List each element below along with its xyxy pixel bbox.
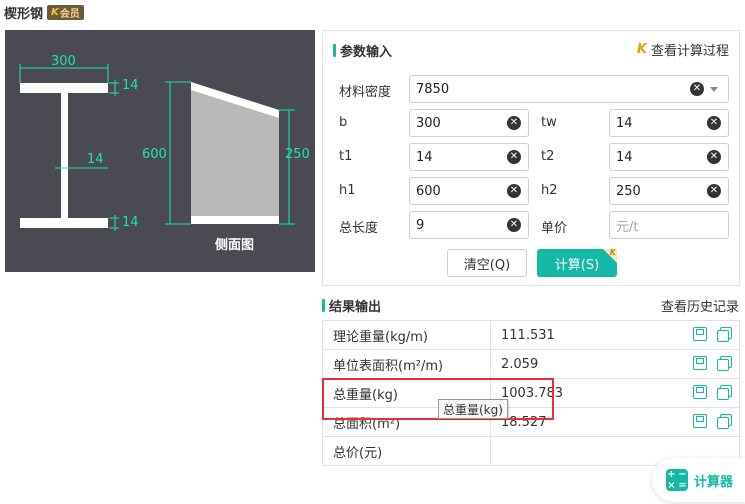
web-shape [61,93,68,218]
save-icon[interactable] [693,414,707,428]
clear-icon[interactable]: ✕ [707,116,721,130]
clear-icon[interactable]: ✕ [507,218,521,232]
b-label: b [339,115,348,130]
h2-input[interactable]: 250 ✕ [609,177,729,205]
vip-k-icon: K [609,249,616,257]
copy-icon[interactable] [717,414,732,429]
clear-icon[interactable]: ✕ [507,116,521,130]
calculate-button[interactable]: 计算(S) K [537,249,617,277]
table-row: 单位表面积(m²/m) 2.059 [322,349,740,379]
page-title: 楔形钢 [4,6,44,22]
b-input[interactable]: 300 ✕ [409,109,529,137]
clear-icon[interactable]: ✕ [707,184,721,198]
dim-top-width: 300 [51,54,76,69]
copy-icon[interactable] [717,356,732,371]
dim-bottom-flange: 14 [122,215,139,230]
tw-label: tw [541,115,557,130]
dim-web: 14 [87,152,104,167]
view-history-link[interactable]: 查看历史记录 [661,296,739,315]
result-name: 总价(元) [322,436,491,466]
vip-badge: K 会员 [47,4,84,20]
calculator-icon: + − × = [666,469,688,491]
calculator-fab[interactable]: + − × = 计算器 [652,458,745,502]
result-table: 理论重量(kg/m) 111.531 单位表面积(m²/m) 2.059 总重量… [322,320,740,466]
table-row: 理论重量(kg/m) 111.531 [322,320,740,350]
result-value: 111.531 [501,327,555,343]
t2-input[interactable]: 14 ✕ [609,143,729,171]
bottom-flange-shape [20,218,108,228]
top-flange-shape [20,83,108,93]
title-row: 楔形钢 K 会员 [4,2,84,22]
length-input[interactable]: 9 ✕ [409,211,529,239]
result-name: 理论重量(kg/m) [322,320,491,350]
price-input[interactable]: 元/t [609,211,729,239]
view-process-link[interactable]: K 查看计算过程 [637,40,729,59]
copy-icon[interactable] [717,327,732,342]
param-panel: 参数输入 K 查看计算过程 材料密度 7850 ✕ b 300 ✕ tw 14 … [322,30,740,286]
dim-h2: 250 [285,147,310,162]
header-bar [333,44,336,57]
density-select[interactable]: 7850 ✕ [409,75,729,103]
dim-top-flange: 14 [122,78,139,93]
copy-icon[interactable] [717,385,732,400]
result-name: 单位表面积(m²/m) [322,349,491,379]
section-diagram: 300 14 14 14 600 250 侧面图 [5,30,315,272]
header-bar [322,299,325,312]
t1-input[interactable]: 14 ✕ [409,143,529,171]
side-view-label: 侧面图 [215,238,255,253]
save-icon[interactable] [693,356,707,370]
chevron-down-icon[interactable] [710,86,718,92]
h1-input[interactable]: 600 ✕ [409,177,529,205]
clear-button[interactable]: 清空(Q) [447,249,527,277]
clear-icon[interactable]: ✕ [690,82,704,96]
density-label: 材料密度 [339,85,392,100]
param-header: 参数输入 [333,41,392,60]
vip-k-icon: K [636,42,647,57]
h2-label: h2 [541,183,558,198]
price-label: 单价 [541,221,568,236]
table-row: 总重量(kg) 1003.783 [322,378,740,408]
t2-label: t2 [541,149,555,164]
save-icon[interactable] [693,327,707,341]
table-row: 总面积(m²) 18.527 [322,407,740,437]
length-label: 总长度 [339,221,379,236]
side-view-bottom-shape [191,216,279,224]
save-icon[interactable] [693,385,707,399]
page: 楔形钢 K 会员 300 14 14 14 600 250 侧面图 参数输入 K… [0,0,745,504]
vip-k-icon: K [51,6,59,18]
dim-h1: 600 [142,147,167,162]
result-value: 2.059 [501,356,539,372]
clear-icon[interactable]: ✕ [707,150,721,164]
tooltip: 总重量(kg) [438,399,508,419]
tw-input[interactable]: 14 ✕ [609,109,729,137]
t1-label: t1 [339,149,353,164]
clear-icon[interactable]: ✕ [507,150,521,164]
result-header: 结果输出 [322,296,381,315]
h1-label: h1 [339,183,356,198]
clear-icon[interactable]: ✕ [507,184,521,198]
result-value: 1003.783 [501,385,564,401]
